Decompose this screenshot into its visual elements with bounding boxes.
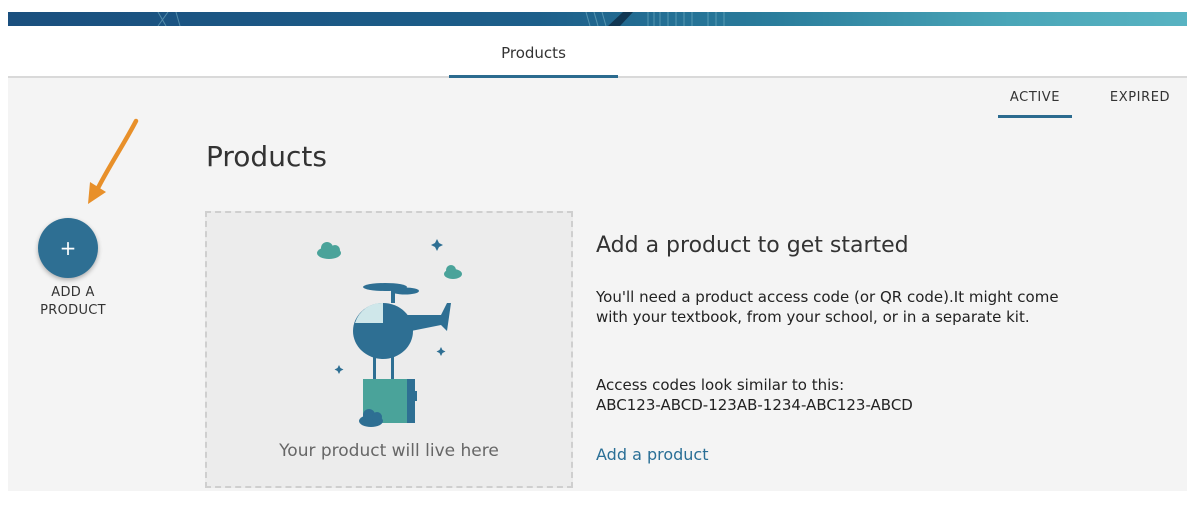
add-product-fab[interactable]: + [38, 218, 98, 278]
subtab-active-label: ACTIVE [1009, 90, 1061, 105]
plus-icon: + [59, 236, 77, 260]
subtab-active-indicator [998, 115, 1072, 118]
tab-products-label: Products [501, 44, 566, 62]
add-product-fab-label: ADD A PRODUCT [28, 284, 118, 320]
fab-label-line2: PRODUCT [40, 303, 106, 318]
subtab-active[interactable]: ACTIVE [998, 90, 1072, 118]
get-started-heading: Add a product to get started [596, 233, 909, 258]
access-code-example-intro: Access codes look similar to this: [596, 376, 845, 394]
banner-artwork [157, 12, 725, 26]
product-placeholder-card: Your product will live here [205, 211, 573, 488]
helicopter-illustration-icon [317, 239, 462, 427]
access-code-explanation: You'll need a product access code (or QR… [596, 288, 1059, 326]
fab-label-line1: ADD A [51, 285, 95, 300]
access-code-sample: ABC123-ABCD-123AB-1234-ABC123-ABCD [596, 396, 913, 414]
tab-products[interactable]: Products [449, 26, 618, 78]
get-started-panel: Add a product to get started You'll need… [596, 233, 1076, 464]
placeholder-text: Your product will live here [279, 441, 499, 461]
arrow-annotation-icon [88, 118, 139, 204]
header-banner [8, 12, 1187, 26]
subtab-expired-label: EXPIRED [1109, 90, 1171, 105]
top-navigation: Products [8, 26, 1187, 78]
subtab-expired[interactable]: EXPIRED [1106, 90, 1174, 105]
access-code-example: Access codes look similar to this: ABC12… [596, 375, 1076, 415]
page-title: Products [206, 140, 327, 173]
main-content: ACTIVE EXPIRED Products + ADD A PRODUCT [8, 78, 1187, 491]
add-product-link[interactable]: Add a product [596, 445, 709, 464]
